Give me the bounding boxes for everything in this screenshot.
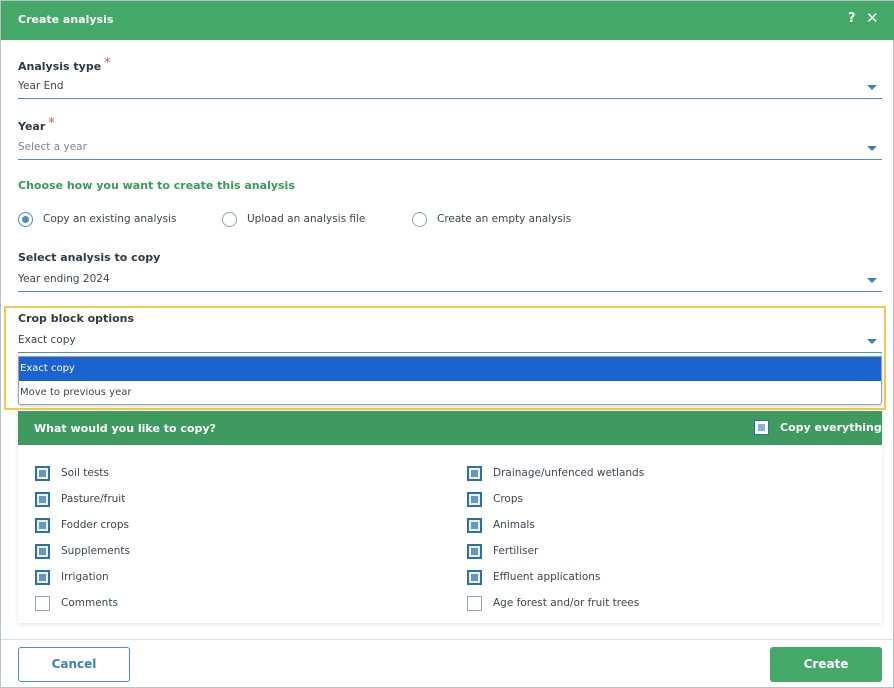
checkbox-label: Drainage/unfenced wetlands bbox=[493, 467, 645, 479]
checkbox-label: Fertiliser bbox=[493, 545, 539, 557]
required-marker: * bbox=[48, 116, 55, 131]
cancel-button[interactable]: Cancel bbox=[18, 647, 130, 682]
chevron-down-icon bbox=[867, 85, 877, 90]
analysis-to-copy-value: Year ending 2024 bbox=[18, 273, 110, 285]
analysis-type-value: Year End bbox=[18, 80, 64, 92]
copy-options-panel: What would you like to copy? Copy everyt… bbox=[18, 411, 882, 623]
crop-block-value: Exact copy bbox=[18, 334, 76, 346]
analysis-to-copy-label: Select analysis to copy bbox=[18, 251, 161, 264]
copy-options-title: What would you like to copy? bbox=[34, 422, 216, 435]
chevron-down-icon bbox=[867, 146, 877, 151]
checkbox-box bbox=[35, 570, 50, 585]
radio-circle bbox=[18, 212, 33, 227]
checkbox-box bbox=[467, 544, 482, 559]
analysis-to-copy-select[interactable]: Year ending 2024 bbox=[18, 270, 882, 292]
checkbox-label: Age forest and/or fruit trees bbox=[493, 597, 640, 609]
year-label-text: Year bbox=[18, 120, 46, 133]
year-placeholder: Select a year bbox=[18, 141, 87, 153]
analysis-type-label: Analysis type * bbox=[18, 56, 111, 74]
checkbox-label: Comments bbox=[61, 597, 118, 609]
crop-block-dropdown: Exact copy Move to previous year bbox=[18, 356, 882, 405]
checkbox-box bbox=[467, 570, 482, 585]
radio-label: Copy an existing analysis bbox=[43, 213, 177, 225]
radio-label: Upload an analysis file bbox=[247, 213, 366, 225]
checkbox-box bbox=[35, 466, 50, 481]
dialog-title: Create analysis bbox=[18, 13, 114, 26]
checkbox-box bbox=[35, 518, 50, 533]
checkbox-box bbox=[35, 596, 50, 611]
checkbox-box bbox=[467, 596, 482, 611]
required-marker: * bbox=[104, 56, 111, 71]
checkbox-box bbox=[35, 544, 50, 559]
checkbox-label: Crops bbox=[493, 493, 523, 505]
copy-options-header: What would you like to copy? Copy everyt… bbox=[18, 411, 882, 445]
create-method-heading: Choose how you want to create this analy… bbox=[18, 179, 295, 192]
checkbox-label: Animals bbox=[493, 519, 535, 531]
chevron-down-icon bbox=[867, 278, 877, 283]
analysis-type-select[interactable]: Year End bbox=[18, 77, 882, 99]
radio-circle bbox=[222, 212, 237, 227]
radio-label: Create an empty analysis bbox=[437, 213, 572, 225]
checkbox-label: Soil tests bbox=[61, 467, 109, 479]
crop-block-select[interactable]: Exact copy bbox=[18, 331, 882, 353]
chevron-down-icon bbox=[867, 339, 877, 344]
year-select[interactable]: Select a year bbox=[18, 138, 882, 160]
copy-everything-label: Copy everything bbox=[780, 421, 882, 434]
checkbox-box bbox=[467, 518, 482, 533]
footer-divider bbox=[1, 639, 894, 640]
checkbox-box bbox=[467, 466, 482, 481]
close-icon[interactable]: ✕ bbox=[866, 9, 879, 27]
create-button[interactable]: Create bbox=[770, 647, 882, 682]
checkbox-label: Fodder crops bbox=[61, 519, 129, 531]
year-label: Year * bbox=[18, 116, 55, 134]
dropdown-option-exact-copy[interactable]: Exact copy bbox=[19, 357, 881, 381]
create-analysis-dialog: Create analysis ? ✕ Analysis type * Year … bbox=[0, 0, 894, 688]
checkbox-label: Supplements bbox=[61, 545, 130, 557]
checkbox-label: Irrigation bbox=[61, 571, 109, 583]
checkbox-box bbox=[35, 492, 50, 507]
checkbox-label: Pasture/fruit bbox=[61, 493, 126, 505]
radio-circle bbox=[412, 212, 427, 227]
crop-block-label: Crop block options bbox=[18, 312, 135, 325]
checkbox-box bbox=[467, 492, 482, 507]
checkbox-label: Effluent applications bbox=[493, 571, 601, 583]
dialog-header: Create analysis ? ✕ bbox=[1, 1, 894, 40]
checkbox-box bbox=[754, 420, 769, 435]
help-icon[interactable]: ? bbox=[848, 10, 856, 27]
analysis-type-label-text: Analysis type bbox=[18, 60, 102, 73]
dropdown-option-move-previous-year[interactable]: Move to previous year bbox=[19, 381, 881, 405]
